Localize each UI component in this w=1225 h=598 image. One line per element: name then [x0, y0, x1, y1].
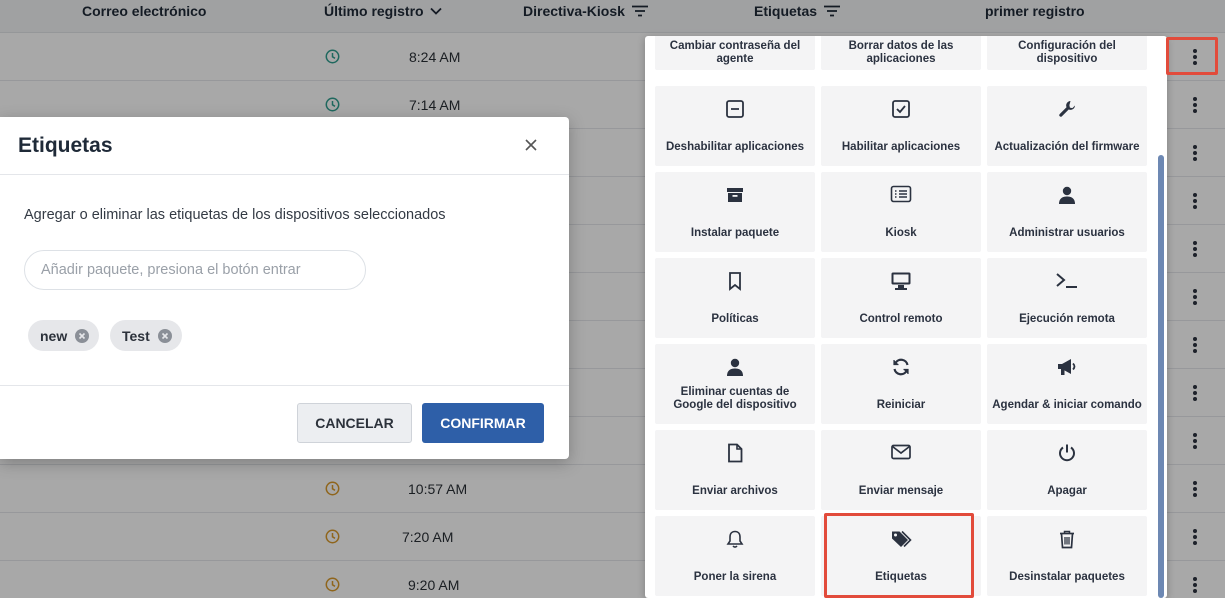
menu-item-label: Administrar usuarios [1009, 227, 1125, 239]
remove-tag-icon[interactable] [157, 328, 172, 343]
menu-item-label: Ejecución remota [1019, 313, 1115, 325]
dialog-description: Agregar o eliminar las etiquetas de los … [24, 207, 446, 223]
menu-item-label: Reiniciar [876, 399, 926, 411]
dialog-divider [0, 385, 569, 386]
menu-item-list[interactable]: Kiosk [821, 172, 981, 252]
menu-item-label: Políticas [711, 313, 759, 325]
terminal-icon [987, 271, 1147, 289]
mail-icon [821, 443, 981, 461]
menu-item-settings[interactable]: Configuración del dispositivo [987, 36, 1147, 70]
menu-item-mail[interactable]: Enviar mensaje [821, 430, 981, 510]
check-square-icon [821, 99, 981, 119]
cancel-button[interactable]: CANCELAR [297, 403, 412, 443]
menu-item-trash[interactable]: Desinstalar paquetes [987, 516, 1147, 596]
confirm-button[interactable]: CONFIRMAR [422, 403, 544, 443]
menu-item-label: Desinstalar paquetes [1009, 571, 1125, 583]
menu-item-label: Enviar archivos [692, 485, 778, 497]
tag-chip-test: Test [110, 320, 182, 351]
trash-icon [987, 529, 1147, 549]
file-icon [655, 443, 815, 463]
user-icon [655, 357, 815, 377]
menu-item-label: Eliminar cuentas de Google del dispositi… [673, 386, 797, 411]
archive-icon [655, 185, 815, 205]
tag-chip-new: new [28, 320, 100, 351]
menu-item-label: Kiosk [885, 227, 917, 239]
menu-item-label: Enviar mensaje [858, 485, 944, 497]
bell-icon [655, 529, 815, 549]
list-icon [821, 185, 981, 203]
menu-item-label: Instalar paquete [690, 227, 780, 239]
power-icon [987, 443, 1147, 463]
menu-item-label: Poner la sirena [693, 571, 777, 583]
menu-item-terminal[interactable]: Ejecución remota [987, 258, 1147, 338]
menu-item-eraser[interactable]: Borrar datos de las aplicaciones [821, 36, 981, 70]
menu-item-monitor[interactable]: Control remoto [821, 258, 981, 338]
menu-item-label: Configuración del dispositivo [1018, 40, 1116, 65]
tag-chip-label: new [40, 327, 68, 344]
dialog-title: Etiquetas [18, 134, 113, 157]
menu-item-label: Control remoto [859, 313, 943, 325]
menu-item-user[interactable]: Administrar usuarios [987, 172, 1147, 252]
menu-item-label: Habilitar aplicaciones [841, 141, 961, 153]
menu-item-label: Agendar & iniciar comando [992, 399, 1142, 411]
menu-item-file[interactable]: Enviar archivos [655, 430, 815, 510]
menu-item-bell[interactable]: Poner la sirena [655, 516, 815, 596]
menu-item-archive[interactable]: Instalar paquete [655, 172, 815, 252]
tags-dialog: Etiquetas Agregar o eliminar las etiquet… [0, 117, 569, 459]
menu-item-check-square[interactable]: Habilitar aplicaciones [821, 86, 981, 166]
user-icon [987, 185, 1147, 205]
highlight-tags-action [824, 513, 974, 598]
menu-item-power[interactable]: Apagar [987, 430, 1147, 510]
menu-item-user[interactable]: Eliminar cuentas de Google del dispositi… [655, 344, 815, 424]
menu-item-wrench[interactable]: Actualización del firmware [987, 86, 1147, 166]
wrench-icon [987, 99, 1147, 119]
highlight-more-button [1166, 37, 1218, 75]
close-icon[interactable] [523, 137, 539, 153]
tag-input[interactable] [24, 250, 366, 290]
monitor-icon [821, 271, 981, 291]
menu-scrollbar[interactable] [1158, 155, 1164, 598]
menu-item-refresh[interactable]: Reiniciar [821, 344, 981, 424]
menu-item-bookmark[interactable]: Políticas [655, 258, 815, 338]
menu-item-label: Deshabilitar aplicaciones [665, 141, 805, 153]
menu-item-minus-square[interactable]: Deshabilitar aplicaciones [655, 86, 815, 166]
menu-item-key[interactable]: Cambiar contraseña del agente [655, 36, 815, 70]
tag-chip-label: Test [122, 327, 150, 344]
menu-item-label: Apagar [1047, 485, 1087, 497]
menu-item-label: Cambiar contraseña del agente [669, 40, 801, 65]
dialog-divider [0, 174, 569, 175]
minus-square-icon [655, 99, 815, 119]
megaphone-icon [987, 357, 1147, 377]
bookmark-icon [655, 271, 815, 291]
remove-tag-icon[interactable] [75, 328, 90, 343]
refresh-icon [821, 357, 981, 377]
menu-item-label: Actualización del firmware [994, 141, 1140, 153]
menu-item-label: Borrar datos de las aplicaciones [848, 40, 954, 65]
menu-item-megaphone[interactable]: Agendar & iniciar comando [987, 344, 1147, 424]
